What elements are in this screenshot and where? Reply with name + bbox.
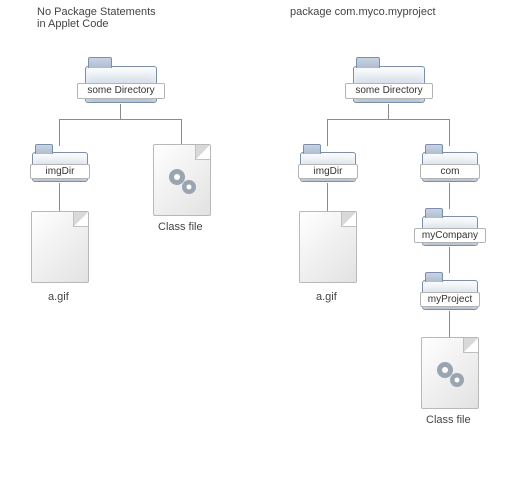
left-imgdir-folder: imgDir bbox=[32, 152, 88, 182]
right-imgdir-folder: imgDir bbox=[300, 152, 356, 182]
right-com-folder: com bbox=[422, 152, 478, 182]
right-img-filename: a.gif bbox=[316, 291, 337, 303]
right-myproject-label: myProject bbox=[420, 292, 480, 307]
right-myproject-folder: myProject bbox=[422, 280, 478, 310]
right-img-file bbox=[299, 211, 357, 283]
left-class-caption: Class file bbox=[158, 221, 203, 233]
right-com-label: com bbox=[420, 164, 480, 179]
left-imgdir-label: imgDir bbox=[30, 164, 90, 179]
right-class-caption: Class file bbox=[426, 414, 471, 426]
gears-icon bbox=[162, 161, 202, 201]
left-img-filename: a.gif bbox=[48, 291, 69, 303]
left-img-file bbox=[31, 211, 89, 283]
right-root-label: some Directory bbox=[345, 83, 433, 99]
right-class-file bbox=[421, 337, 479, 409]
diagram-stage: No Package Statements in Applet Code pac… bbox=[0, 0, 510, 503]
left-class-file bbox=[153, 144, 211, 216]
left-root-label: some Directory bbox=[77, 83, 165, 99]
left-title: No Package Statements in Applet Code bbox=[37, 6, 156, 30]
right-mycompany-label: myCompany bbox=[414, 228, 486, 243]
right-imgdir-label: imgDir bbox=[298, 164, 358, 179]
left-root-folder: some Directory bbox=[85, 66, 157, 103]
right-root-folder: some Directory bbox=[353, 66, 425, 103]
right-mycompany-folder: myCompany bbox=[422, 216, 478, 246]
gears-icon bbox=[430, 354, 470, 394]
right-title: package com.myco.myproject bbox=[290, 6, 436, 18]
